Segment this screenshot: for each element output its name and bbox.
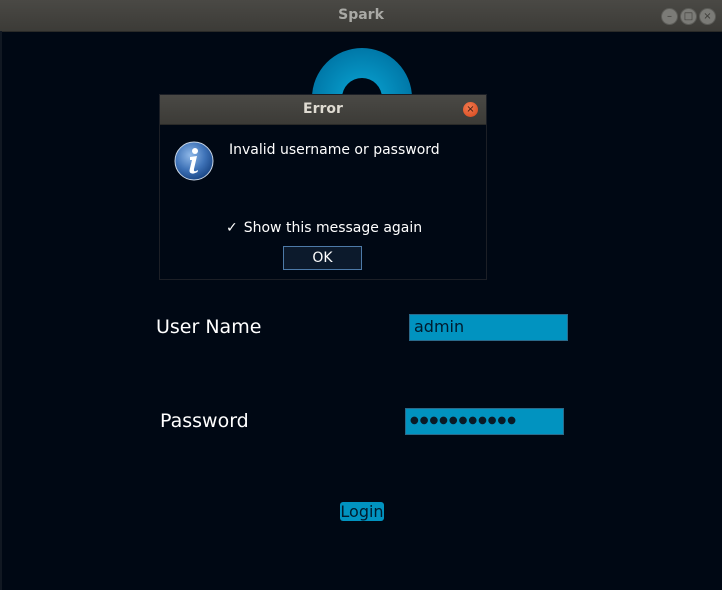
username-input[interactable]: admin bbox=[409, 314, 568, 341]
close-icon[interactable]: × bbox=[699, 8, 716, 25]
dialog-close-icon[interactable]: × bbox=[463, 102, 478, 117]
window-title: Spark bbox=[338, 7, 384, 23]
error-dialog: Error × Invalid username or password ✓ Sh… bbox=[159, 94, 487, 280]
info-icon bbox=[174, 141, 214, 181]
show-again-label: Show this message again bbox=[243, 220, 423, 236]
error-message: Invalid username or password bbox=[229, 142, 440, 158]
maximize-icon[interactable]: □ bbox=[680, 8, 697, 25]
window-titlebar[interactable]: Spark – □ × bbox=[0, 0, 722, 32]
spark-window: Spark – □ × Error × Invalid username or … bbox=[0, 0, 722, 590]
dialog-titlebar[interactable]: Error × bbox=[160, 95, 486, 125]
minimize-icon[interactable]: – bbox=[661, 8, 678, 25]
username-label: User Name bbox=[156, 316, 262, 338]
check-mark-icon: ✓ bbox=[226, 220, 238, 236]
login-button[interactable]: Login bbox=[340, 502, 384, 521]
dialog-title: Error bbox=[303, 101, 343, 117]
window-edge bbox=[0, 31, 2, 590]
password-input[interactable]: ●●●●●●●●●●● bbox=[405, 408, 564, 435]
show-again-checkbox[interactable]: ✓ Show this message again bbox=[226, 220, 422, 236]
password-label: Password bbox=[160, 410, 249, 432]
ok-button[interactable]: OK bbox=[283, 246, 362, 270]
